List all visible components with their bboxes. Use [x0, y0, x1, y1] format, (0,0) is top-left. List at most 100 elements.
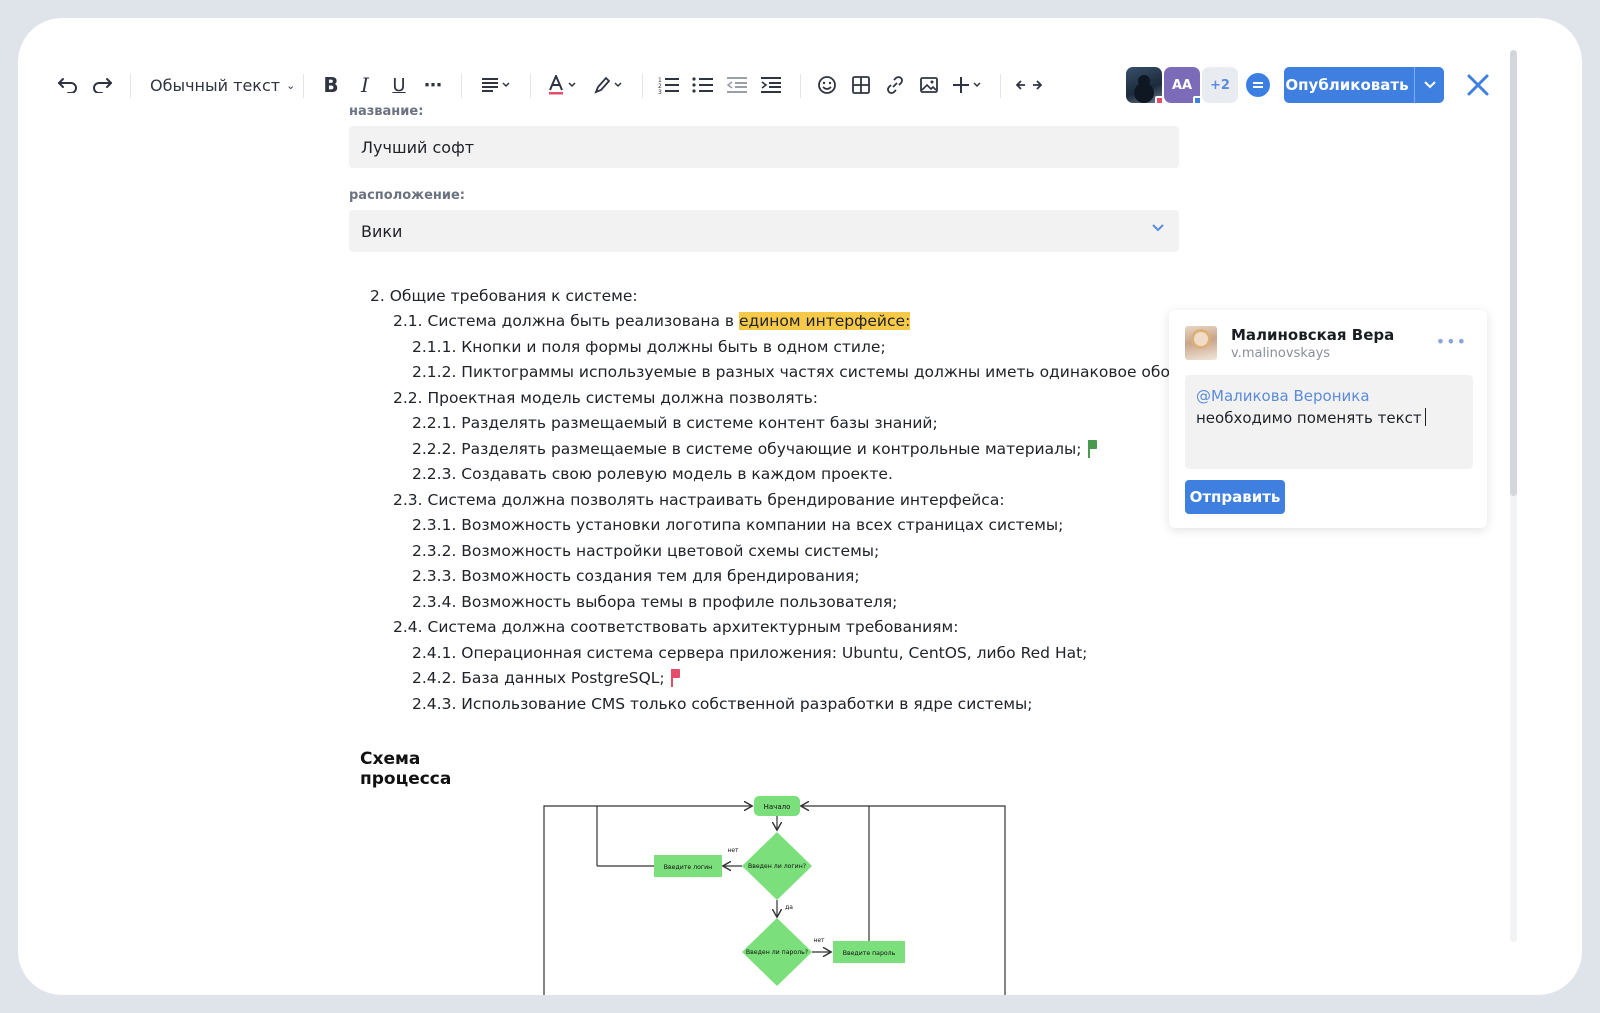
doc-line-text: 2.2.2. Разделять размещаемые в системе о…	[412, 440, 1082, 458]
location-field-label: расположение:	[349, 188, 466, 203]
process-flowchart[interactable]: Начало Введен ли логин? нет Введите логи…	[538, 796, 1008, 995]
close-icon[interactable]	[1464, 71, 1492, 99]
doc-line-text: 2.1. Система должна быть реализована в	[393, 312, 739, 330]
text-style-select[interactable]: Обычный текст ⌄	[150, 62, 295, 108]
text-style-label: Обычный текст	[150, 75, 281, 95]
full-width-icon[interactable]	[1014, 62, 1044, 108]
emoji-icon[interactable]	[814, 62, 840, 108]
comment-flag-icon[interactable]	[670, 669, 680, 687]
send-comment-button[interactable]: Отправить	[1185, 480, 1285, 514]
avatar[interactable]: AA	[1164, 67, 1202, 105]
avatar-initials: AA	[1171, 77, 1193, 93]
doc-line: 2.4.3. Использование CMS только собствен…	[412, 695, 1033, 713]
svg-text:3: 3	[658, 89, 662, 94]
toolbar-divider	[530, 74, 531, 98]
doc-line: 2.3. Система должна позволять настраиват…	[393, 491, 1005, 509]
flow-enter-password-label: Введите пароль	[843, 950, 896, 957]
doc-line: 2.4.1. Операционная система сервера прил…	[412, 644, 1088, 662]
doc-line: 2.2.2. Разделять размещаемые в системе о…	[412, 440, 1097, 458]
flow-edge-label: нет	[813, 937, 825, 944]
plus-icon[interactable]	[950, 62, 986, 108]
more-collaborators-badge[interactable]: +2	[1202, 67, 1238, 103]
italic-icon[interactable]: I	[352, 62, 378, 108]
indent-icon[interactable]	[758, 62, 784, 108]
comment-input-text: необходимо поменять текст	[1196, 407, 1462, 429]
highlighted-text[interactable]: едином интерфейсе:	[738, 312, 911, 330]
chevron-down-icon: ⌄	[286, 78, 296, 92]
text-color-icon[interactable]	[544, 62, 582, 108]
name-field-label: название:	[349, 104, 424, 119]
toolbar-divider	[461, 74, 462, 98]
toolbar-divider	[130, 74, 131, 98]
highlighter-icon[interactable]	[590, 62, 628, 108]
scrollbar[interactable]	[1510, 50, 1517, 942]
name-field[interactable]: Лучший софт	[349, 126, 1179, 168]
image-icon[interactable]	[916, 62, 942, 108]
comment-author-handle: v.malinovskays	[1231, 346, 1331, 361]
comment-icon[interactable]	[1246, 73, 1270, 97]
doc-line: 2.4.2. База данных PostgreSQL;	[412, 669, 680, 687]
doc-line: 2.4. Система должна соответствовать архи…	[393, 618, 959, 636]
comment-mention[interactable]: @Маликова Вероника	[1196, 385, 1462, 407]
flow-edge-label: нет	[727, 847, 739, 854]
editor-toolbar: Обычный текст ⌄ B I U ⋯ 123 AA +2 Опубли…	[18, 62, 1582, 108]
doc-line: 2.3.4. Возможность выбора темы в профиле…	[412, 593, 898, 611]
chevron-down-icon	[1152, 224, 1164, 232]
more-icon[interactable]: ⋯	[420, 62, 446, 108]
redo-icon[interactable]	[88, 62, 116, 108]
more-icon[interactable]: •••	[1436, 332, 1467, 351]
collaborators-avatars[interactable]: AA +2	[1126, 67, 1238, 105]
toolbar-divider	[642, 74, 643, 98]
location-select-value: Вики	[361, 221, 403, 241]
comment-flag-icon[interactable]	[1087, 440, 1097, 458]
doc-line: 2.2.1. Разделять размещаемый в системе к…	[412, 414, 938, 432]
doc-line: 2.3.1. Возможность установки логотипа ко…	[412, 516, 1064, 534]
doc-line: 2.3.3. Возможность создания тем для брен…	[412, 567, 860, 585]
publish-button[interactable]: Опубликовать	[1284, 67, 1444, 103]
doc-line-text: 2.4.2. База данных PostgreSQL;	[412, 669, 665, 687]
bold-icon[interactable]: B	[318, 62, 344, 108]
table-icon[interactable]	[848, 62, 874, 108]
bullet-list-icon[interactable]	[690, 62, 716, 108]
more-collaborators-count: +2	[1210, 77, 1230, 93]
presence-dot	[1193, 96, 1202, 105]
doc-line: 2.1.1. Кнопки и поля формы должны быть в…	[412, 338, 886, 356]
chevron-down-icon	[1423, 81, 1436, 89]
scrollbar-thumb[interactable]	[1510, 50, 1517, 496]
flow-connector	[543, 806, 751, 995]
toolbar-divider	[303, 74, 304, 98]
avatar[interactable]	[1126, 67, 1164, 105]
doc-line: 2.3.2. Возможность настройки цветовой сх…	[412, 542, 880, 560]
comment-input[interactable]: @Маликова Вероника необходимо поменять т…	[1185, 375, 1473, 469]
editor-window: Обычный текст ⌄ B I U ⋯ 123 AA +2 Опубли…	[18, 18, 1582, 995]
flow-edge-label: да	[785, 904, 793, 911]
avatar	[1185, 326, 1217, 360]
doc-line: 2. Общие требования к системе:	[370, 287, 638, 305]
undo-icon[interactable]	[54, 62, 82, 108]
doc-line: 2.2. Проектная модель системы должна поз…	[393, 389, 818, 407]
section-heading: Схема процесса	[360, 749, 452, 789]
numbered-list-icon[interactable]: 123	[656, 62, 682, 108]
flow-password-decision-label: Введен ли пароль?	[746, 949, 808, 956]
name-field-value: Лучший софт	[361, 137, 475, 157]
toolbar-divider	[800, 74, 801, 98]
toolbar-divider	[1000, 74, 1001, 98]
flow-login-decision-label: Введен ли логин?	[748, 863, 806, 870]
flow-enter-login-label: Введите логин	[664, 864, 712, 871]
doc-line: 2.1.2. Пиктограммы используемые в разных…	[412, 363, 1252, 381]
doc-line: 2.1. Система должна быть реализована в е…	[393, 312, 911, 330]
comment-text: необходимо поменять текст	[1196, 409, 1422, 427]
send-comment-label: Отправить	[1189, 488, 1281, 506]
text-cursor	[1424, 408, 1426, 426]
outdent-icon[interactable]	[724, 62, 750, 108]
link-icon[interactable]	[882, 62, 908, 108]
location-select[interactable]: Вики	[349, 210, 1179, 252]
publish-options-toggle[interactable]	[1414, 67, 1444, 103]
underline-icon[interactable]: U	[386, 62, 412, 108]
comment-author-name: Малиновская Вера	[1231, 326, 1395, 344]
align-icon[interactable]	[476, 62, 516, 108]
publish-label: Опубликовать	[1285, 76, 1409, 94]
doc-line: 2.2.3. Создавать свою ролевую модель в к…	[412, 465, 893, 483]
flow-start-label: Начало	[764, 803, 791, 811]
comment-popover: Малиновская Вера v.malinovskays ••• @Мал…	[1169, 310, 1487, 528]
